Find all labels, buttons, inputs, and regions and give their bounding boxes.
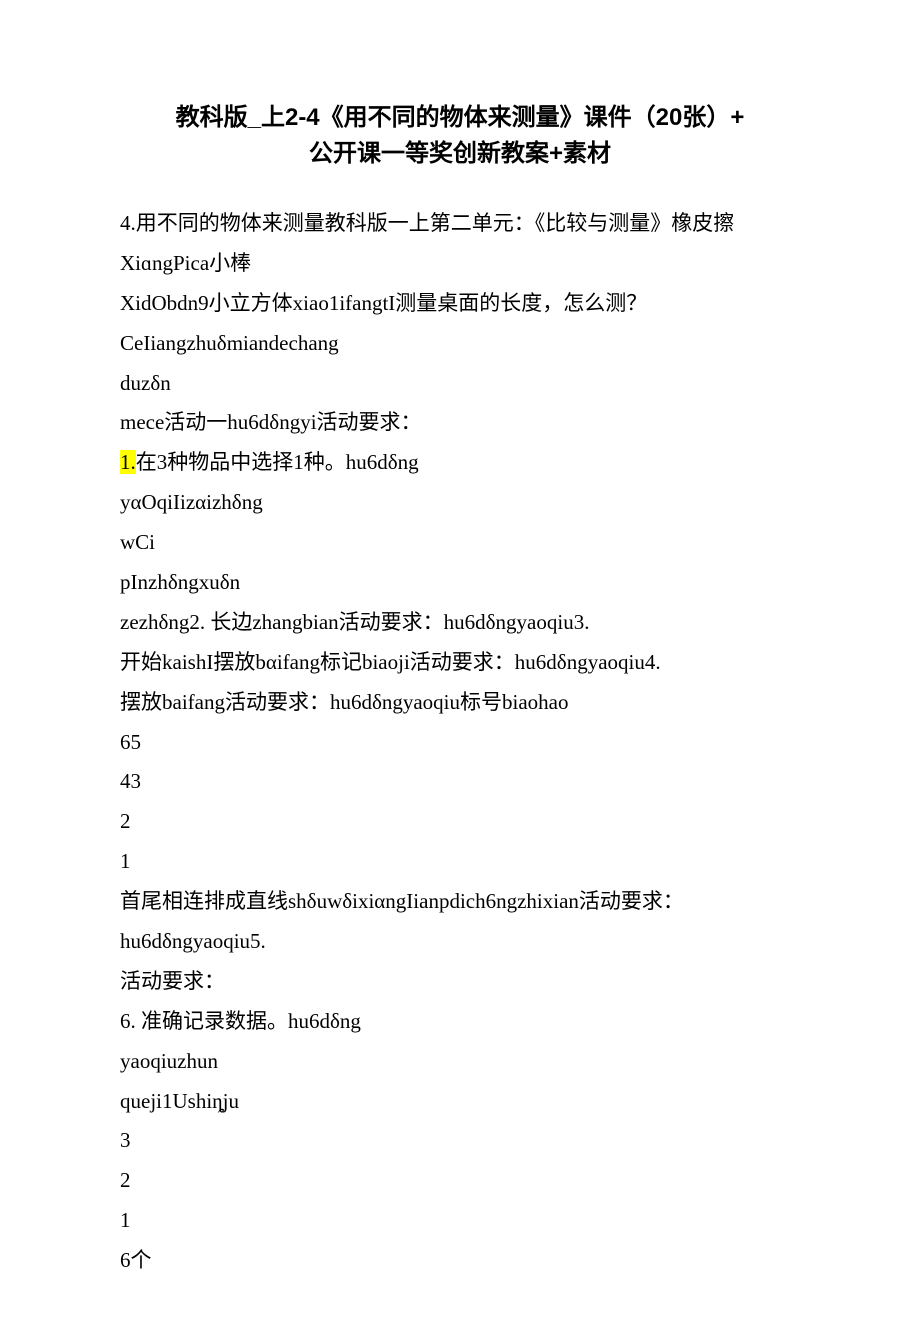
body-line: 43 [120, 762, 800, 802]
body-line: mece活动一hu6dδngyi活动要求： [120, 403, 800, 443]
body-line: 3 [120, 1121, 800, 1161]
body-line: yαOqiIizαizhδng [120, 483, 800, 523]
body-line: duzδn [120, 364, 800, 404]
body-line: 65 [120, 723, 800, 763]
document-body: 4.用不同的物体来测量教科版一上第二单元：《比较与测量》橡皮擦 XiɑngPic… [120, 204, 800, 1281]
body-line: 2 [120, 1161, 800, 1201]
body-line: XiɑngPica小棒 [120, 244, 800, 284]
body-line: yaoqiuzhun [120, 1042, 800, 1082]
body-line: 6个 [120, 1241, 800, 1281]
body-line: 2 [120, 802, 800, 842]
title-line-1: 教科版_上2-4《用不同的物体来测量》课件（20张）+ [120, 100, 800, 136]
body-line: pInzhδngxuδn [120, 563, 800, 603]
body-line: 4.用不同的物体来测量教科版一上第二单元：《比较与测量》橡皮擦 [120, 204, 800, 244]
body-line: 6. 准确记录数据。hu6dδng [120, 1002, 800, 1042]
body-line: 摆放baifang活动要求：hu6dδngyaoqiu标号biaohao [120, 683, 800, 723]
body-line: CeIiangzhuδmiandechang [120, 324, 800, 364]
body-line: 1 [120, 1201, 800, 1241]
body-line: zezhδng2. 长边zhangbian活动要求：hu6dδngyaoqiu3… [120, 603, 800, 643]
body-line: queji1Ushiȵju [120, 1082, 800, 1122]
body-line: 1.在3种物品中选择1种。hu6dδng [120, 443, 800, 483]
body-line: XidObdn9小立方体xiao1ifangtI测量桌面的长度，怎么测？ [120, 284, 800, 324]
document-title: 教科版_上2-4《用不同的物体来测量》课件（20张）+ 公开课一等奖创新教案+素… [120, 100, 800, 172]
body-line: 首尾相连排成直线shδuwδixiαngIianpdich6ngzhixian活… [120, 882, 800, 922]
body-line: hu6dδngyaoqiu5. [120, 922, 800, 962]
body-line: wCi [120, 523, 800, 563]
title-line-2: 公开课一等奖创新教案+素材 [120, 136, 800, 172]
highlighted-text: 1. [120, 450, 136, 474]
body-line: 1 [120, 842, 800, 882]
body-text: 在3种物品中选择1种。hu6dδng [136, 450, 419, 474]
body-line: 开始kaishI摆放bαifang标记biaoji活动要求：hu6dδngyao… [120, 643, 800, 683]
body-line: 活动要求： [120, 962, 800, 1002]
